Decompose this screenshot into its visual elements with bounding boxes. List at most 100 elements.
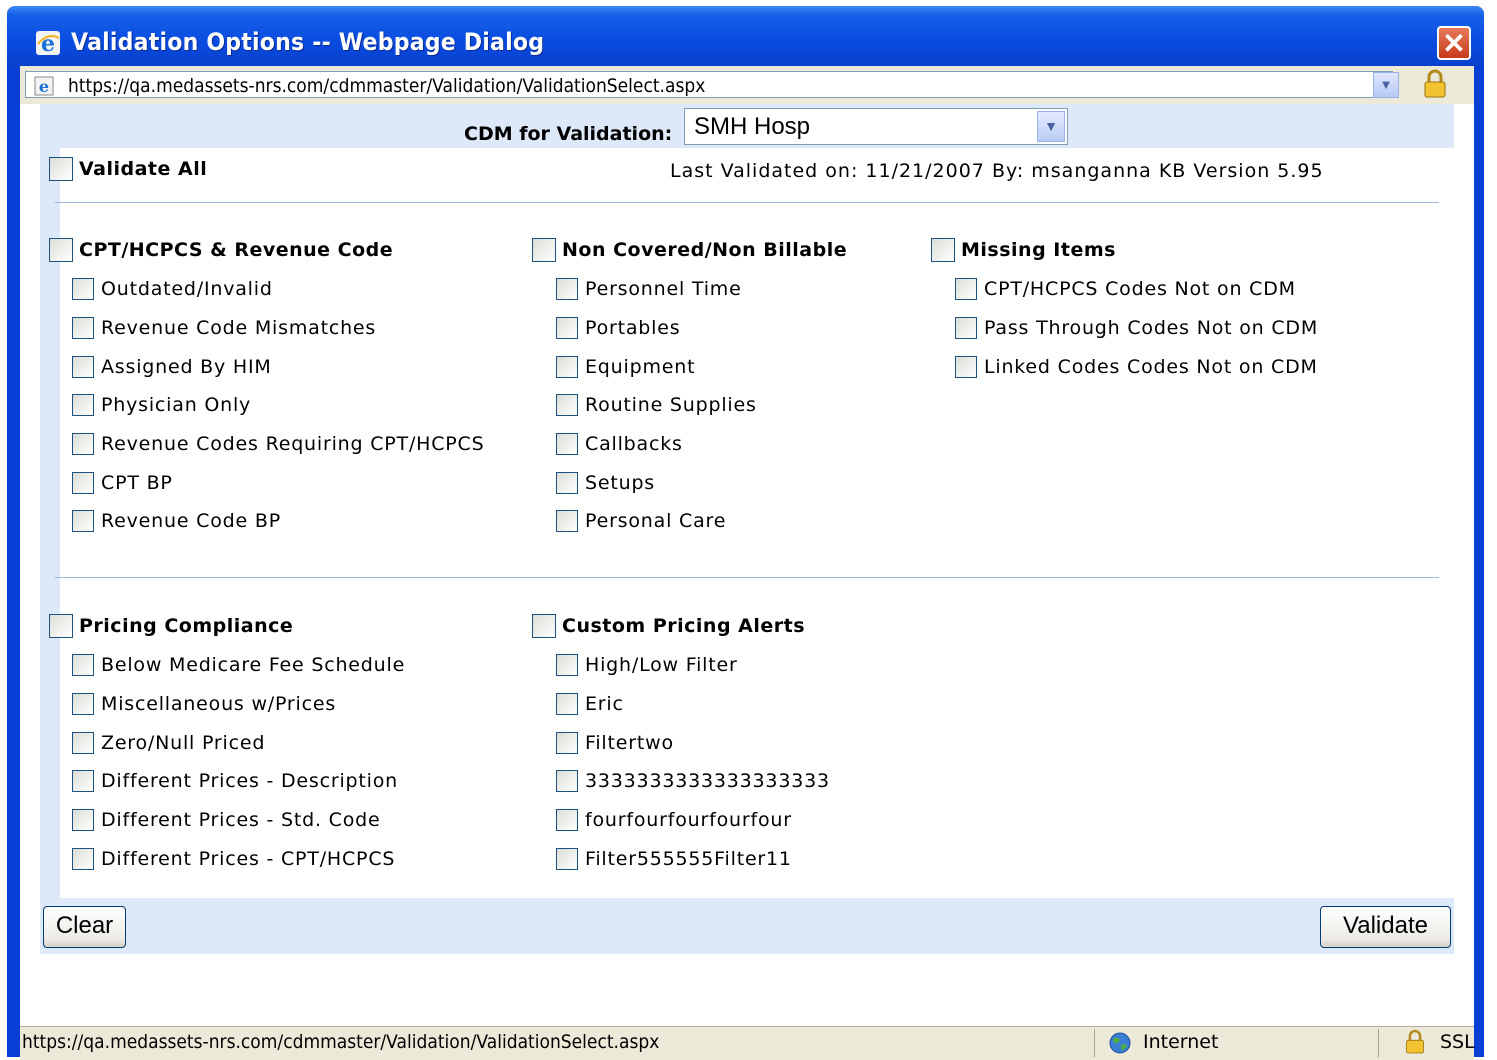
group-cpt-row[interactable]: CPT/HCPCS & Revenue Code <box>49 238 393 262</box>
page-icon: e <box>34 76 54 96</box>
title-bar: e Validation Options -- Webpage Dialog ✕ <box>7 6 1484 66</box>
option-checkbox[interactable] <box>556 317 578 339</box>
option-checkbox[interactable] <box>72 278 94 300</box>
svg-text:e: e <box>39 77 49 96</box>
option-checkbox[interactable] <box>955 278 977 300</box>
option-label: Revenue Code Mismatches <box>101 317 377 339</box>
option-row[interactable]: Setups <box>556 472 655 494</box>
option-checkbox[interactable] <box>556 394 578 416</box>
option-row[interactable]: Physician Only <box>72 394 251 416</box>
option-row[interactable]: Assigned By HIM <box>72 356 272 378</box>
chevron-down-icon[interactable]: ▼ <box>1037 111 1065 142</box>
option-checkbox[interactable] <box>556 510 578 532</box>
option-checkbox[interactable] <box>72 356 94 378</box>
group-custom-checkbox[interactable] <box>532 614 556 638</box>
option-row[interactable]: Revenue Code Mismatches <box>72 317 376 339</box>
address-field[interactable]: e https://qa.medassets-nrs.com/cdmmaster… <box>25 71 1393 98</box>
option-row[interactable]: Miscellaneous w/Prices <box>72 693 336 715</box>
lock-icon <box>1424 69 1446 98</box>
option-row[interactable]: Portables <box>556 317 680 339</box>
group-custom-row[interactable]: Custom Pricing Alerts <box>532 614 805 638</box>
status-divider <box>1378 1029 1379 1057</box>
option-row[interactable]: Pass Through Codes Not on CDM <box>955 317 1318 339</box>
status-bar: https://qa.medassets-nrs.com/cdmmaster/V… <box>20 1026 1475 1060</box>
validate-all-checkbox[interactable] <box>49 157 73 181</box>
group-cpt-checkbox[interactable] <box>49 238 73 262</box>
option-checkbox[interactable] <box>556 809 578 831</box>
option-checkbox[interactable] <box>72 654 94 676</box>
option-row[interactable]: Revenue Codes Requiring CPT/HCPCS <box>72 433 485 455</box>
group-pricing-title: Pricing Compliance <box>79 615 294 637</box>
close-button[interactable]: ✕ <box>1437 26 1471 60</box>
option-row[interactable]: Revenue Code BP <box>72 510 281 532</box>
option-checkbox[interactable] <box>955 356 977 378</box>
option-checkbox[interactable] <box>556 654 578 676</box>
option-label: fourfourfourfourfour <box>585 809 792 831</box>
option-label: High/Low Filter <box>585 654 738 676</box>
option-row[interactable]: Routine Supplies <box>556 394 757 416</box>
option-checkbox[interactable] <box>556 433 578 455</box>
cdm-selected-value: SMH Hosp <box>694 113 811 140</box>
option-row[interactable]: 3333333333333333333 <box>556 770 830 792</box>
ie-icon: e <box>36 31 60 56</box>
address-bar: e https://qa.medassets-nrs.com/cdmmaster… <box>20 66 1474 105</box>
group-pricing-checkbox[interactable] <box>49 614 73 638</box>
option-checkbox[interactable] <box>556 356 578 378</box>
option-label: Assigned By HIM <box>101 356 272 378</box>
option-label: Different Prices - CPT/HCPCS <box>101 848 396 870</box>
option-row[interactable]: CPT BP <box>72 472 173 494</box>
cdm-select[interactable]: SMH Hosp ▼ <box>684 108 1068 145</box>
option-checkbox[interactable] <box>72 433 94 455</box>
option-row[interactable]: Equipment <box>556 356 695 378</box>
option-checkbox[interactable] <box>72 693 94 715</box>
option-row[interactable]: Outdated/Invalid <box>72 278 273 300</box>
option-label: CPT/HCPCS Codes Not on CDM <box>984 278 1296 300</box>
group-noncovered-row[interactable]: Non Covered/Non Billable <box>532 238 847 262</box>
option-label: Eric <box>585 693 624 715</box>
option-checkbox[interactable] <box>72 394 94 416</box>
group-missing-checkbox[interactable] <box>931 238 955 262</box>
clear-button[interactable]: Clear <box>43 906 126 948</box>
option-checkbox[interactable] <box>72 732 94 754</box>
option-label: CPT BP <box>101 472 173 494</box>
option-row[interactable]: Eric <box>556 693 624 715</box>
option-checkbox[interactable] <box>72 317 94 339</box>
option-label: Personal Care <box>585 510 727 532</box>
address-dropdown-button[interactable]: ▼ <box>1373 72 1399 98</box>
option-row[interactable]: Different Prices - CPT/HCPCS <box>72 848 395 870</box>
option-label: Setups <box>585 472 656 494</box>
option-row[interactable]: Filtertwo <box>556 732 674 754</box>
cdm-label: CDM for Validation: <box>464 123 673 145</box>
option-checkbox[interactable] <box>72 809 94 831</box>
option-row[interactable]: Below Medicare Fee Schedule <box>72 654 405 676</box>
option-label: Physician Only <box>101 394 252 416</box>
option-row[interactable]: Different Prices - Description <box>72 770 398 792</box>
option-checkbox[interactable] <box>556 848 578 870</box>
option-row[interactable]: Different Prices - Std. Code <box>72 809 380 831</box>
validate-button[interactable]: Validate <box>1320 906 1451 948</box>
option-row[interactable]: Linked Codes Codes Not on CDM <box>955 356 1318 378</box>
option-row[interactable]: Personal Care <box>556 510 726 532</box>
group-pricing-row[interactable]: Pricing Compliance <box>49 614 293 638</box>
option-checkbox[interactable] <box>72 472 94 494</box>
option-row[interactable]: High/Low Filter <box>556 654 738 676</box>
option-checkbox[interactable] <box>556 732 578 754</box>
option-checkbox[interactable] <box>556 770 578 792</box>
option-checkbox[interactable] <box>556 278 578 300</box>
validate-all-checkbox-row[interactable]: Validate All <box>49 157 207 181</box>
option-row[interactable]: Zero/Null Priced <box>72 732 265 754</box>
option-label: Personnel Time <box>585 278 742 300</box>
option-row[interactable]: Filter555555Filter11 <box>556 848 792 870</box>
option-row[interactable]: Personnel Time <box>556 278 742 300</box>
option-checkbox[interactable] <box>72 510 94 532</box>
option-checkbox[interactable] <box>556 693 578 715</box>
group-noncovered-checkbox[interactable] <box>532 238 556 262</box>
option-row[interactable]: Callbacks <box>556 433 683 455</box>
group-missing-row[interactable]: Missing Items <box>931 238 1116 262</box>
option-checkbox[interactable] <box>955 317 977 339</box>
option-row[interactable]: fourfourfourfourfour <box>556 809 792 831</box>
option-checkbox[interactable] <box>72 770 94 792</box>
option-checkbox[interactable] <box>72 848 94 870</box>
option-row[interactable]: CPT/HCPCS Codes Not on CDM <box>955 278 1296 300</box>
option-checkbox[interactable] <box>556 472 578 494</box>
